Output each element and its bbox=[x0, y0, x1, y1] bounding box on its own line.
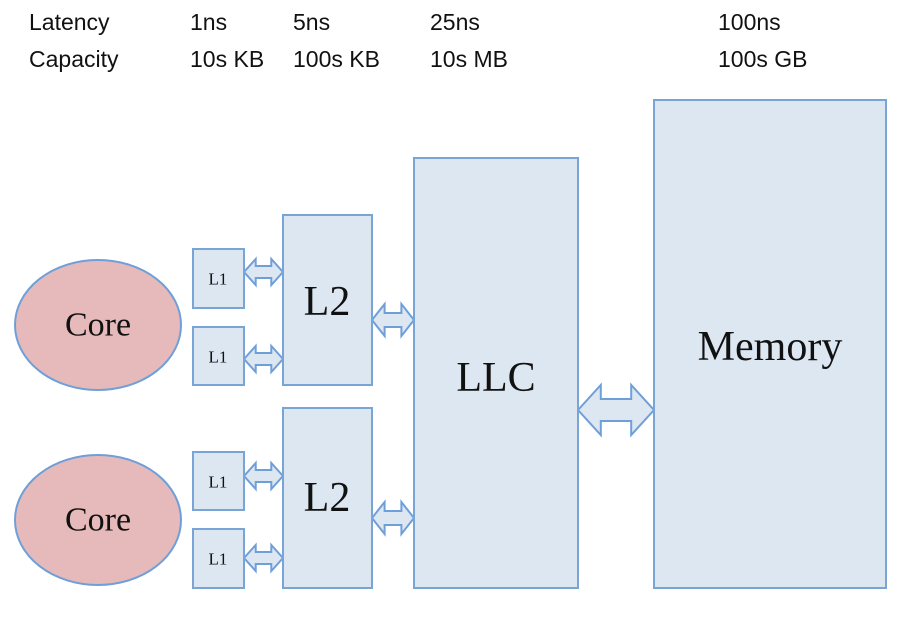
core-1-label: Core bbox=[65, 307, 131, 344]
l1-cache-3-label: L1 bbox=[209, 473, 228, 492]
arrow-l1-2-l2-1-icon bbox=[242, 343, 285, 375]
l2-cache-2-label: L2 bbox=[304, 475, 351, 521]
memory-label: Memory bbox=[698, 324, 843, 370]
core-2-label: Core bbox=[65, 502, 131, 539]
arrow-l2-1-llc-icon bbox=[370, 301, 416, 339]
llc-label: LLC bbox=[456, 355, 535, 401]
l1-cache-4-label: L1 bbox=[209, 550, 228, 569]
arrow-llc-memory-icon bbox=[576, 382, 656, 438]
arrow-l1-4-l2-2-icon bbox=[242, 542, 285, 574]
cache-hierarchy-diagram: Core Core L1 L1 L1 L1 L2 L2 LLC Memory bbox=[14, 99, 887, 589]
arrow-l2-2-llc-icon bbox=[370, 499, 416, 537]
arrow-l1-1-l2-1-icon bbox=[242, 256, 285, 288]
l2-cache-1-label: L2 bbox=[304, 279, 351, 325]
l1-cache-1-label: L1 bbox=[209, 270, 228, 289]
l1-cache-2-label: L1 bbox=[209, 348, 228, 367]
arrow-l1-3-l2-2-icon bbox=[242, 460, 285, 492]
